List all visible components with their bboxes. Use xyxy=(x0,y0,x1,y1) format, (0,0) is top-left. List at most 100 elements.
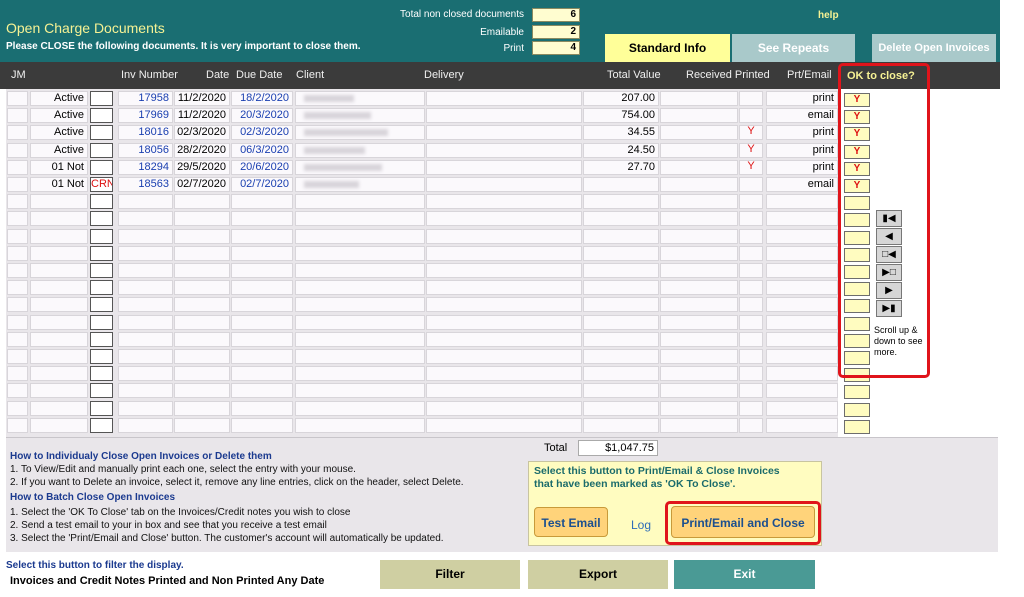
cell-type[interactable]: CRN xyxy=(90,177,113,192)
cell-empty[interactable] xyxy=(7,383,28,399)
cell-client[interactable] xyxy=(295,366,425,382)
cell-printed[interactable] xyxy=(739,177,763,192)
cell-due[interactable] xyxy=(231,263,293,278)
cell-due[interactable]: 02/7/2020 xyxy=(231,177,293,192)
cell-empty[interactable] xyxy=(660,211,738,227)
cell-due[interactable] xyxy=(231,245,293,261)
ok-to-close-toggle[interactable] xyxy=(844,419,870,434)
cell-empty[interactable] xyxy=(660,142,738,158)
cell-client[interactable] xyxy=(295,142,425,158)
cell-empty[interactable] xyxy=(7,159,28,175)
cell-printed[interactable]: Y xyxy=(739,160,763,175)
cell-prt[interactable] xyxy=(766,245,838,261)
cell-printed[interactable] xyxy=(739,332,763,347)
cell-printed[interactable]: Y xyxy=(739,143,763,158)
cell-prt[interactable] xyxy=(766,417,838,433)
cell-total[interactable] xyxy=(583,366,659,382)
cell-status[interactable] xyxy=(30,349,88,364)
cell-type[interactable] xyxy=(90,400,113,416)
cell-status[interactable] xyxy=(30,245,88,261)
cell-empty[interactable] xyxy=(426,228,582,244)
cell-date[interactable]: 02/7/2020 xyxy=(174,177,230,192)
cell-empty[interactable] xyxy=(426,125,582,141)
table-row[interactable] xyxy=(6,244,838,261)
cell-status[interactable] xyxy=(30,417,88,433)
cell-status[interactable]: 01 Not xyxy=(30,159,88,175)
cell-empty[interactable] xyxy=(426,383,582,399)
cell-empty[interactable] xyxy=(7,245,28,261)
cell-total[interactable]: 754.00 xyxy=(583,108,659,124)
cell-date[interactable] xyxy=(174,194,230,210)
cell-status[interactable] xyxy=(30,280,88,296)
cell-inv[interactable]: 18294 xyxy=(118,159,173,175)
cell-client[interactable] xyxy=(295,108,425,124)
delete-open-invoices-button[interactable]: Delete Open Invoices xyxy=(872,34,996,62)
table-row[interactable] xyxy=(6,347,838,364)
cell-type[interactable] xyxy=(90,280,113,296)
cell-empty[interactable] xyxy=(7,314,28,330)
cell-status[interactable] xyxy=(30,314,88,330)
cell-empty[interactable] xyxy=(7,177,28,192)
cell-prt[interactable] xyxy=(766,383,838,399)
cell-date[interactable]: 11/2/2020 xyxy=(174,91,230,106)
cell-client[interactable] xyxy=(295,211,425,227)
cell-printed[interactable] xyxy=(739,349,763,364)
cell-printed[interactable] xyxy=(739,418,763,433)
cell-printed[interactable] xyxy=(739,366,763,381)
table-row[interactable]: Active 17958 11/2/2020 18/2/2020 207.00 print xyxy=(6,89,838,106)
cell-total[interactable] xyxy=(583,314,659,330)
cell-date[interactable]: 29/5/2020 xyxy=(174,159,230,175)
cell-empty[interactable] xyxy=(660,263,738,278)
cell-date[interactable] xyxy=(174,211,230,227)
table-row[interactable]: Active 17969 11/2/2020 20/3/2020 754.00 email xyxy=(6,106,838,124)
cell-empty[interactable] xyxy=(660,125,738,141)
cell-empty[interactable] xyxy=(7,417,28,433)
cell-type[interactable] xyxy=(90,383,113,399)
table-row[interactable] xyxy=(6,364,838,382)
cell-empty[interactable] xyxy=(7,263,28,278)
cell-date[interactable]: 11/2/2020 xyxy=(174,108,230,124)
table-row[interactable] xyxy=(6,192,838,210)
cell-empty[interactable] xyxy=(7,125,28,141)
cell-inv[interactable]: 17969 xyxy=(118,108,173,124)
cell-printed[interactable] xyxy=(739,263,763,278)
cell-empty[interactable] xyxy=(660,177,738,192)
cell-due[interactable] xyxy=(231,297,293,313)
ok-to-close-toggle[interactable] xyxy=(844,385,870,400)
cell-client[interactable] xyxy=(295,91,425,106)
cell-due[interactable]: 02/3/2020 xyxy=(231,125,293,141)
cell-due[interactable] xyxy=(231,228,293,244)
cell-prt[interactable] xyxy=(766,400,838,416)
cell-total[interactable] xyxy=(583,383,659,399)
cell-empty[interactable] xyxy=(426,417,582,433)
cell-due[interactable] xyxy=(231,194,293,210)
cell-date[interactable] xyxy=(174,400,230,416)
cell-prt[interactable] xyxy=(766,331,838,347)
cell-due[interactable]: 06/3/2020 xyxy=(231,142,293,158)
cell-type[interactable] xyxy=(90,211,113,227)
cell-status[interactable] xyxy=(30,331,88,347)
cell-prt[interactable]: email xyxy=(766,108,838,124)
cell-prt[interactable]: print xyxy=(766,142,838,158)
cell-date[interactable] xyxy=(174,349,230,364)
col-header-due-date[interactable]: Due Date xyxy=(236,69,282,81)
cell-empty[interactable] xyxy=(660,159,738,175)
cell-type[interactable] xyxy=(90,228,113,244)
cell-empty[interactable] xyxy=(426,349,582,364)
table-row[interactable] xyxy=(6,209,838,227)
cell-date[interactable] xyxy=(174,280,230,296)
cell-empty[interactable] xyxy=(660,297,738,313)
cell-total[interactable] xyxy=(583,280,659,296)
cell-empty[interactable] xyxy=(426,159,582,175)
cell-due[interactable] xyxy=(231,280,293,296)
cell-empty[interactable] xyxy=(426,331,582,347)
cell-empty[interactable] xyxy=(426,142,582,158)
cell-due[interactable]: 18/2/2020 xyxy=(231,91,293,106)
table-row[interactable] xyxy=(6,278,838,296)
cell-prt[interactable] xyxy=(766,349,838,364)
cell-inv[interactable]: 17958 xyxy=(118,91,173,106)
tab-see-repeats[interactable]: See Repeats xyxy=(732,34,855,62)
cell-empty[interactable] xyxy=(7,331,28,347)
cell-total[interactable] xyxy=(583,297,659,313)
cell-status[interactable]: Active xyxy=(30,125,88,141)
